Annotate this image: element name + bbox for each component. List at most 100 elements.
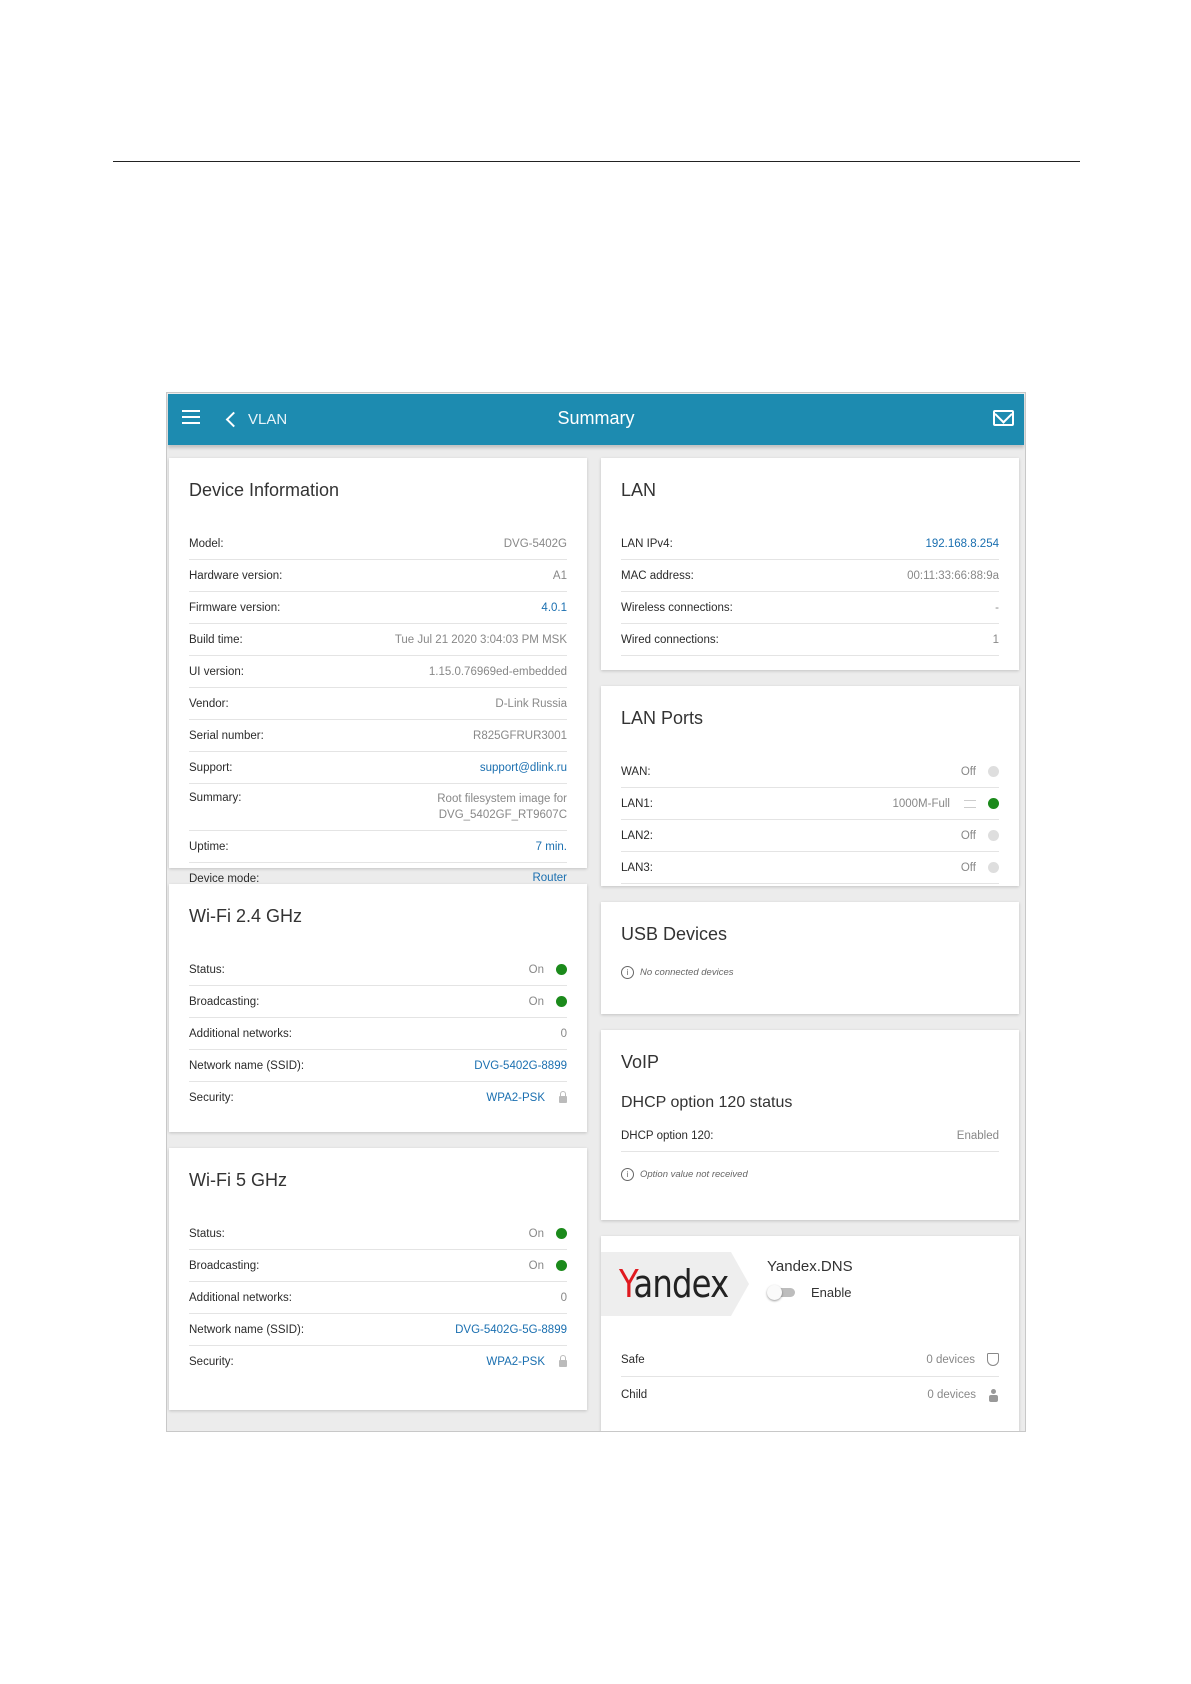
row-label: Security: — [189, 1355, 234, 1368]
wifi5-row-security: Security: WPA2-PSK — [189, 1346, 567, 1377]
router-ui-window: VLAN Summary Device Information Model: D… — [166, 392, 1026, 1432]
row-value: Root filesystem image for DVG_5402GF_RT9… — [437, 791, 567, 823]
wifi24-row-broadcasting: Broadcasting: On — [189, 986, 567, 1018]
uptime-link[interactable]: 7 min. — [536, 841, 567, 853]
card-title: Wi-Fi 5 GHz — [189, 1170, 287, 1190]
row-value: Off — [961, 766, 999, 778]
security-link[interactable]: WPA2-PSK — [486, 1092, 545, 1104]
enable-toggle[interactable] — [767, 1284, 797, 1300]
info-text: Option value not received — [640, 1169, 748, 1180]
wifi5-row-additional: Additional networks: 0 — [189, 1282, 567, 1314]
info-row-build-time: Build time: Tue Jul 21 2020 3:04:03 PM M… — [189, 624, 567, 656]
info-row-ui-version: UI version: 1.15.0.76969ed-embedded — [189, 656, 567, 688]
port-status-text: Off — [960, 829, 976, 842]
row-value: 1.15.0.76969ed-embedded — [428, 665, 567, 678]
status-on-icon — [556, 964, 567, 975]
status-off-icon — [988, 830, 999, 841]
security-link[interactable]: WPA2-PSK — [486, 1356, 545, 1368]
port-status-text: Off — [960, 861, 976, 874]
device-info-card: Device Information Model: DVG-5402G Hard… — [169, 458, 587, 895]
row-value: 0 — [560, 1291, 567, 1304]
summary-line-1: Root filesystem image for — [437, 793, 567, 805]
row-value: Off — [961, 830, 999, 842]
row-label: Child — [621, 1389, 648, 1401]
usb-info: i No connected devices — [621, 966, 999, 979]
row-label: LAN2: — [621, 829, 653, 842]
status-text: On — [528, 995, 544, 1008]
row-label: Additional networks: — [189, 1027, 292, 1040]
device-count: 0 devices — [926, 1353, 975, 1366]
ssid-link[interactable]: DVG-5402G-8899 — [474, 1060, 567, 1072]
row-value: WPA2-PSK — [486, 1090, 567, 1104]
info-row-model: Model: DVG-5402G — [189, 528, 567, 560]
wifi24-row-security: Security: WPA2-PSK — [189, 1082, 567, 1113]
info-row-firmware: Firmware version: 4.0.1 — [189, 592, 567, 624]
logo-text: andex — [633, 1262, 729, 1306]
lan-ip-link[interactable]: 192.168.8.254 — [925, 538, 999, 550]
wifi5-card: Wi-Fi 5 GHz Status: On Broadcasting: On … — [169, 1148, 587, 1410]
row-label: Hardware version: — [189, 569, 283, 582]
row-label: Model: — [189, 537, 224, 550]
info-row-serial: Serial number: R825GFRUR3001 — [189, 720, 567, 752]
row-label: LAN1: — [621, 797, 653, 810]
status-text: On — [528, 1259, 544, 1272]
row-label: Network name (SSID): — [189, 1059, 305, 1072]
info-icon: i — [621, 1168, 634, 1181]
row-label: Support: — [189, 761, 233, 774]
yandex-row-safe[interactable]: Safe 0 devices — [621, 1343, 999, 1377]
mail-icon[interactable] — [993, 410, 1014, 426]
port-row-lan2: LAN2: Off — [621, 820, 999, 852]
row-value: On — [529, 1260, 567, 1272]
row-label: LAN3: — [621, 861, 653, 874]
wifi24-row-ssid: Network name (SSID): DVG-5402G-8899 — [189, 1050, 567, 1082]
summary-line-2: DVG_5402GF_RT9607C — [438, 809, 567, 821]
lan-ports-card: LAN Ports WAN: Off LAN1: 1000M-Full LAN2… — [601, 686, 1019, 886]
row-label: Additional networks: — [189, 1291, 292, 1304]
status-on-icon — [988, 798, 999, 809]
row-value: 0 — [560, 1027, 567, 1040]
status-text: On — [528, 1227, 544, 1240]
ssid-link[interactable]: DVG-5402G-5G-8899 — [455, 1324, 567, 1336]
row-label: Wired connections: — [621, 633, 719, 646]
row-value: R825GFRUR3001 — [473, 729, 567, 742]
card-title: Wi-Fi 2.4 GHz — [189, 906, 303, 926]
voip-info: i Option value not received — [621, 1168, 999, 1181]
yandex-row-child[interactable]: Child 0 devices — [621, 1377, 999, 1413]
yandex-dns-title: Yandex.DNS — [767, 1258, 853, 1275]
row-value: DVG-5402G — [503, 537, 567, 550]
info-row-uptime: Uptime: 7 min. — [189, 831, 567, 863]
support-link[interactable]: support@dlink.ru — [480, 762, 567, 774]
port-row-lan3: LAN3: Off — [621, 852, 999, 884]
logo-letter: Y — [619, 1262, 634, 1306]
wifi5-row-broadcasting: Broadcasting: On — [189, 1250, 567, 1282]
wifi5-row-ssid: Network name (SSID): DVG-5402G-5G-8899 — [189, 1314, 567, 1346]
wifi24-card: Wi-Fi 2.4 GHz Status: On Broadcasting: O… — [169, 884, 587, 1132]
shield-icon — [987, 1353, 999, 1366]
info-row-vendor: Vendor: D-Link Russia — [189, 688, 567, 720]
port-row-wan: WAN: Off — [621, 756, 999, 788]
row-value: 1000M-Full — [892, 798, 999, 810]
row-value: 0 devices — [926, 1353, 999, 1366]
wifi24-row-additional: Additional networks: 0 — [189, 1018, 567, 1050]
row-value: Enabled — [956, 1129, 999, 1142]
card-title: USB Devices — [621, 924, 728, 944]
row-label: LAN IPv4: — [621, 537, 673, 550]
info-row-hardware: Hardware version: A1 — [189, 560, 567, 592]
row-label: Status: — [189, 963, 225, 976]
row-value: Off — [961, 862, 999, 874]
row-label: WAN: — [621, 765, 651, 778]
firmware-link[interactable]: 4.0.1 — [541, 602, 567, 614]
lan-card: LAN LAN IPv4: 192.168.8.254 MAC address:… — [601, 458, 1019, 670]
row-label: Broadcasting: — [189, 1259, 260, 1272]
row-value: Tue Jul 21 2020 3:04:03 PM MSK — [394, 633, 567, 646]
page-title: Summary — [557, 408, 635, 428]
usb-card: USB Devices i No connected devices — [601, 902, 1019, 1014]
ethernet-port-icon — [964, 799, 976, 808]
row-value: A1 — [552, 569, 567, 582]
row-label: Security: — [189, 1091, 234, 1104]
yandex-logo: Yandex — [601, 1252, 749, 1316]
port-row-lan1: LAN1: 1000M-Full — [621, 788, 999, 820]
voip-subtitle: DHCP option 120 status — [621, 1094, 793, 1111]
row-value: On — [529, 964, 567, 976]
lan-row-ipv4: LAN IPv4: 192.168.8.254 — [621, 528, 999, 560]
